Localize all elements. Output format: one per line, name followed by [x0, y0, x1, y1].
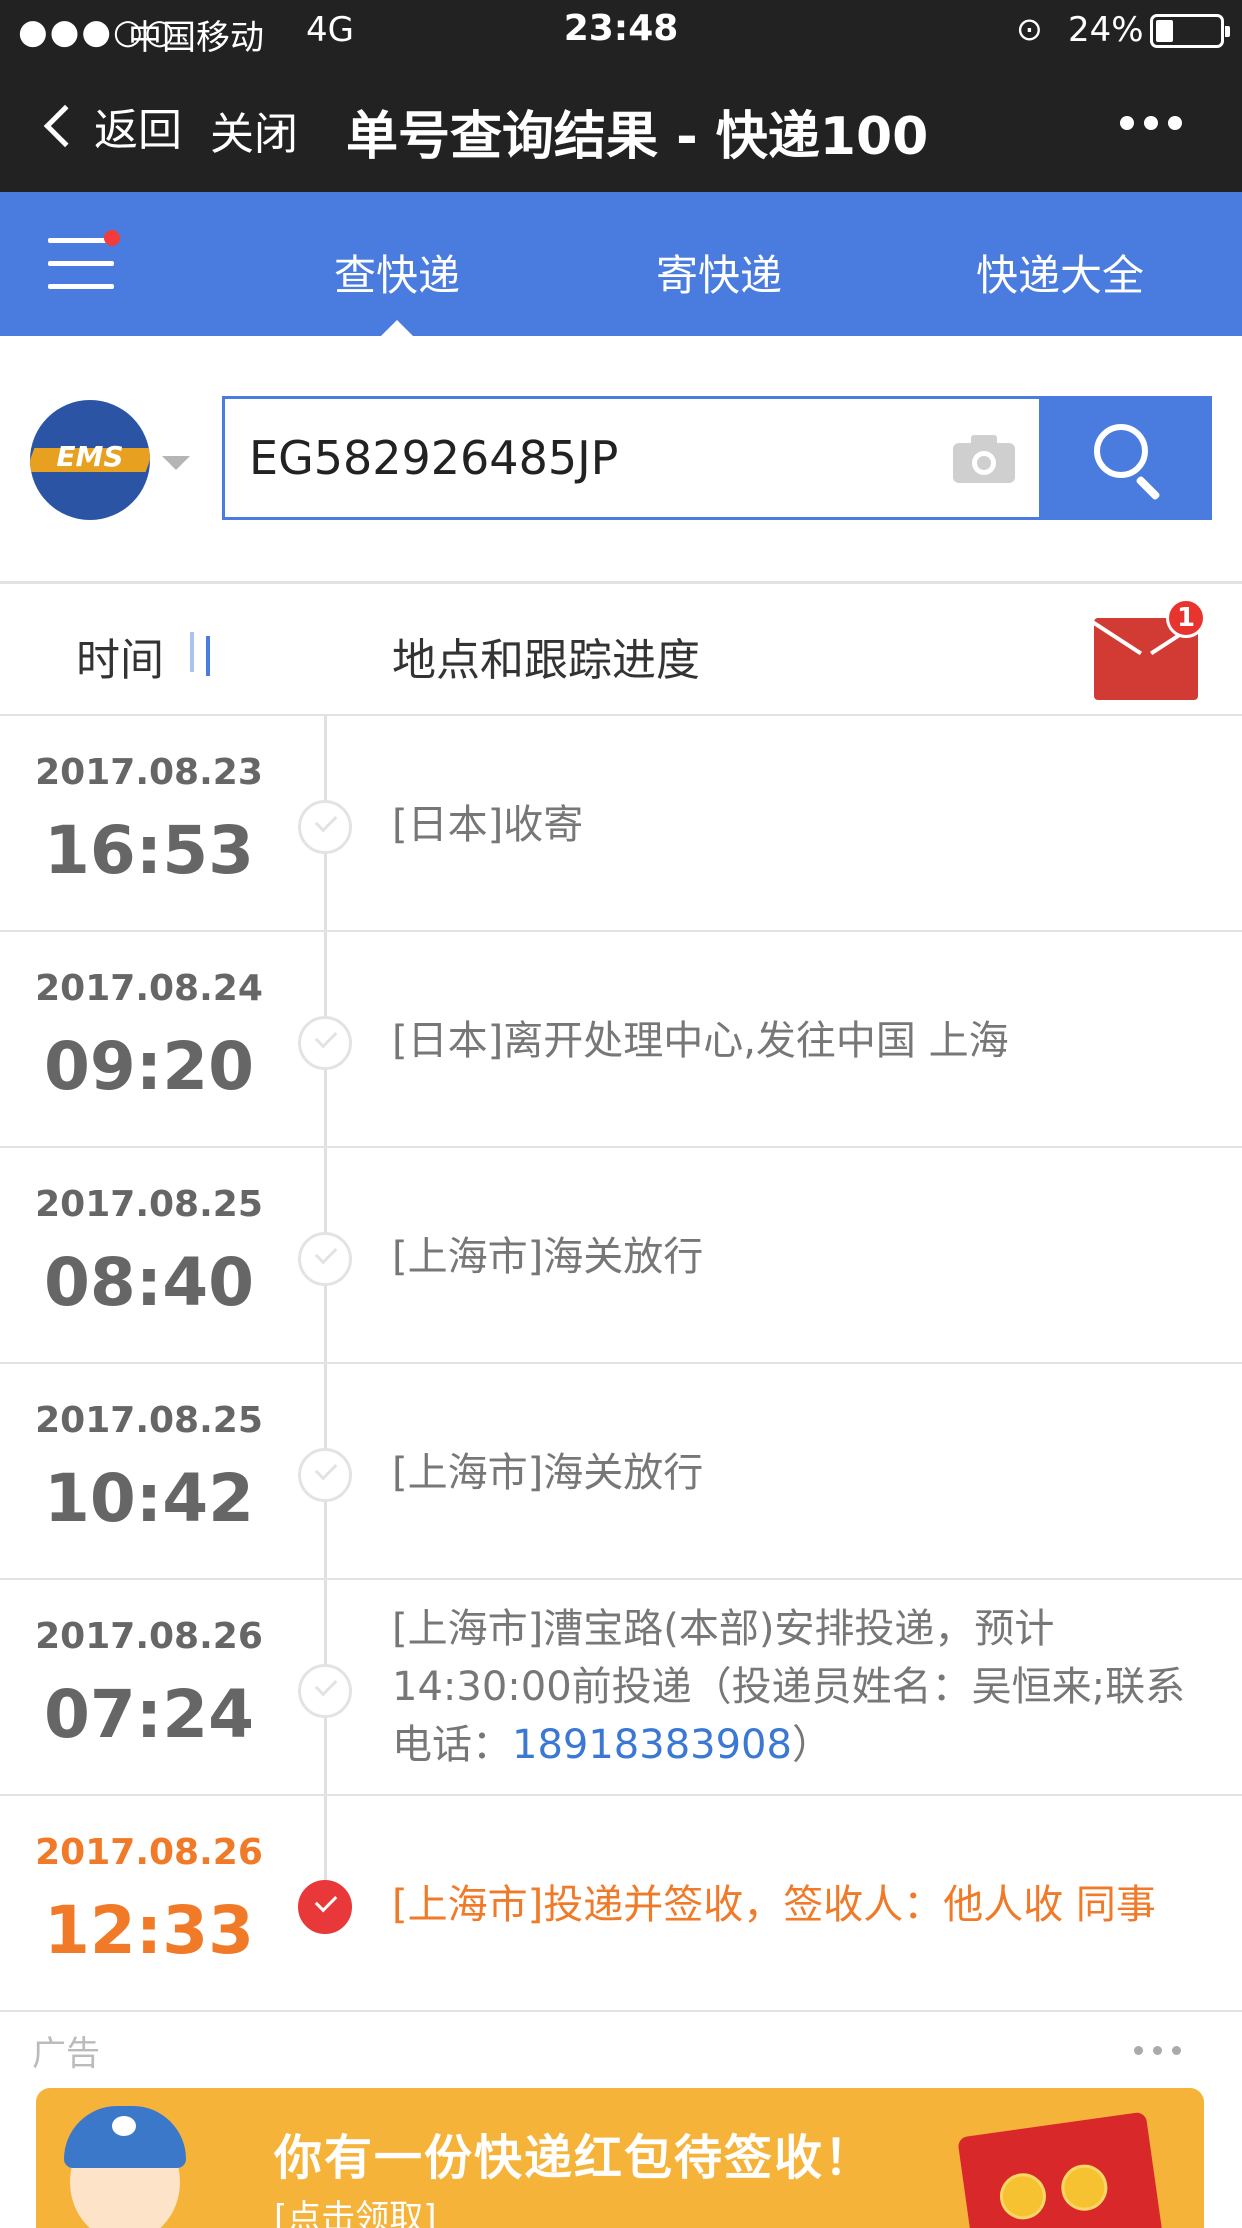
- tracking-event: 2017.08.26 07:24 [上海市]漕宝路(本部)安排投递，预计14:3…: [0, 1580, 1242, 1796]
- ad-label: 广告: [32, 2034, 100, 2074]
- event-time: 07:24: [43, 1676, 255, 1753]
- event-description: [上海市]海关放行: [392, 1450, 704, 1496]
- back-button[interactable]: 返回: [40, 94, 182, 158]
- battery-icon: [1150, 14, 1230, 48]
- event-date: 2017.08.25: [35, 1184, 263, 1225]
- tracking-event-delivered: 2017.08.26 12:33 [上海市]投递并签收，签收人：他人收 同事: [0, 1796, 1242, 2012]
- event-description: [上海市]投递并签收，签收人：他人收 同事: [392, 1882, 1156, 1928]
- courier-mascot-icon: [60, 2102, 190, 2228]
- tracking-event: 2017.08.23 16:53 [日本]收寄: [0, 716, 1242, 932]
- ad-cta: [点击领取]: [274, 2198, 437, 2228]
- tracking-event: 2017.08.25 10:42 [上海市]海关放行: [0, 1364, 1242, 1580]
- camera-icon[interactable]: [953, 435, 1015, 483]
- nav-bar: 返回 关闭 单号查询结果 - 快递100: [0, 64, 1242, 192]
- tab-send-express[interactable]: 寄快递: [656, 242, 782, 303]
- event-date: 2017.08.25: [35, 1400, 263, 1441]
- tracking-event: 2017.08.24 09:20 [日本]离开处理中心,发往中国 上海: [0, 932, 1242, 1148]
- chevron-left-icon: [43, 104, 87, 148]
- event-description: [上海市]海关放行: [392, 1234, 704, 1280]
- event-date: 2017.08.26: [35, 1832, 263, 1873]
- battery-percent: 24%: [1068, 10, 1144, 50]
- event-time: 08:40: [43, 1244, 255, 1321]
- event-description: [上海市]漕宝路(本部)安排投递，预计14:30:00前投递（投递员姓名：吴恒来…: [392, 1600, 1212, 1774]
- tracking-event: 2017.08.25 08:40 [上海市]海关放行: [0, 1148, 1242, 1364]
- event-description-tail: ）: [791, 1722, 832, 1768]
- location-column-header: 地点和跟踪进度: [392, 635, 700, 686]
- active-tab-indicator: [381, 320, 413, 336]
- back-label: 返回: [94, 105, 182, 156]
- tracking-number-input[interactable]: [225, 399, 925, 517]
- courier-phone-link[interactable]: 18918383908: [512, 1722, 792, 1768]
- tracking-table-header: 时间 地点和跟踪进度 1: [0, 584, 1242, 716]
- rotation-lock-icon: ⊙: [1016, 10, 1043, 48]
- event-time: 09:20: [43, 1028, 255, 1105]
- ad-message: 你有一份快递红包待签收！: [274, 2130, 875, 2186]
- timeline-node-icon: [298, 800, 352, 854]
- mail-icon[interactable]: 1: [1087, 598, 1206, 700]
- red-envelope-icon: [957, 2111, 1165, 2228]
- event-time: 12:33: [43, 1892, 255, 1969]
- event-date: 2017.08.24: [35, 968, 263, 1009]
- status-bar: ●●●○○ 中国移动 4G 23:48 ⊙ 24%: [0, 0, 1242, 64]
- ad-section: 广告 你有一份快递红包待签收！ [点击领取]: [0, 2012, 1242, 2228]
- tab-query-express[interactable]: 查快递: [334, 242, 460, 303]
- search-section: EMS: [0, 336, 1242, 584]
- event-time: 10:42: [43, 1460, 255, 1537]
- more-options-button[interactable]: [1120, 116, 1182, 130]
- search-icon: [1094, 424, 1148, 478]
- ad-more-icon[interactable]: [1134, 2046, 1181, 2055]
- page-title: 单号查询结果 - 快递100: [346, 107, 929, 167]
- menu-icon[interactable]: [48, 230, 120, 290]
- timeline-node-icon: [298, 1448, 352, 1502]
- delivered-check-icon: [298, 1880, 352, 1934]
- mail-badge: 1: [1166, 598, 1206, 638]
- sort-order-icon[interactable]: [184, 632, 228, 676]
- event-time: 16:53: [43, 812, 255, 889]
- notification-dot: [104, 230, 120, 246]
- timeline-node-icon: [298, 1664, 352, 1718]
- courier-logo-text: EMS: [56, 440, 124, 473]
- status-time: 23:48: [563, 8, 679, 49]
- close-button[interactable]: 关闭: [210, 98, 298, 162]
- courier-dropdown-icon[interactable]: [162, 456, 190, 470]
- courier-logo-icon[interactable]: EMS: [30, 400, 150, 520]
- timeline-node-icon: [298, 1016, 352, 1070]
- event-description: [日本]离开处理中心,发往中国 上海: [392, 1018, 1009, 1064]
- event-date: 2017.08.23: [35, 752, 263, 793]
- tab-bar: 查快递 寄快递 快递大全: [0, 192, 1242, 336]
- event-description: [日本]收寄: [392, 802, 584, 848]
- time-column-header: 时间: [76, 635, 164, 686]
- ad-banner[interactable]: 你有一份快递红包待签收！ [点击领取]: [36, 2088, 1204, 2228]
- tracking-input-box: [222, 396, 1042, 520]
- event-date: 2017.08.26: [35, 1616, 263, 1657]
- search-button[interactable]: [1042, 396, 1212, 520]
- timeline-node-icon: [298, 1232, 352, 1286]
- tab-express-directory[interactable]: 快递大全: [976, 242, 1144, 303]
